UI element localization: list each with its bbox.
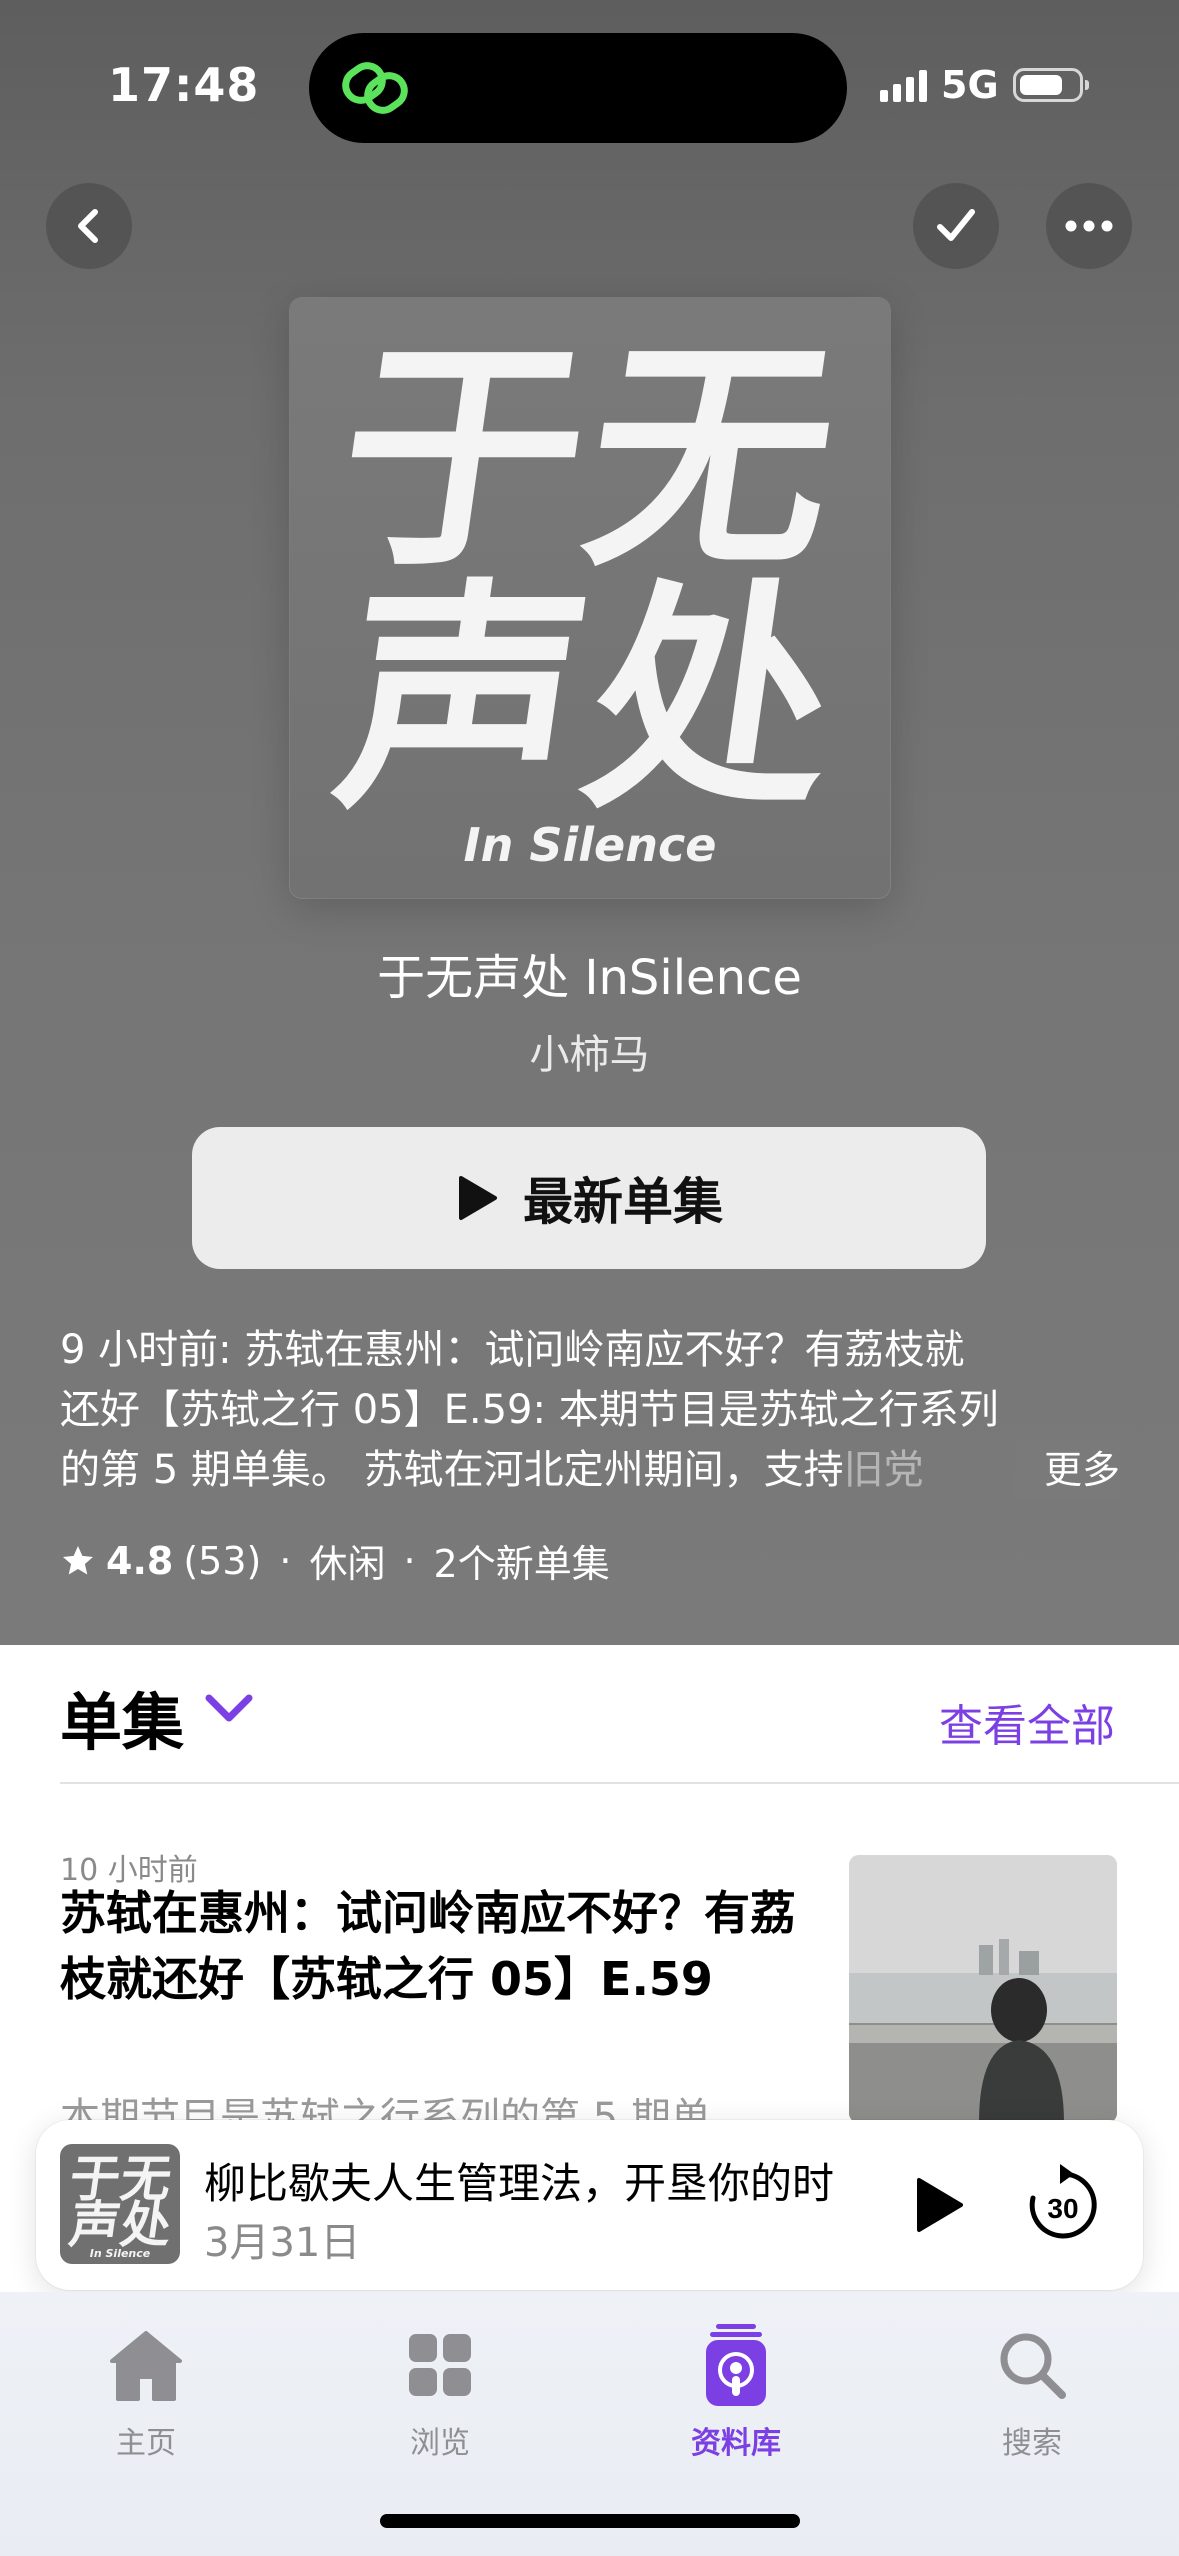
network-label: 5G [941, 63, 999, 107]
more-button[interactable] [1046, 183, 1132, 269]
skip-forward-label: 30 [1047, 2193, 1078, 2224]
back-button[interactable] [46, 183, 132, 269]
status-indicators: 5G [880, 60, 1089, 110]
tab-label: 资料库 [691, 2426, 781, 2461]
mini-play-button[interactable] [894, 2160, 984, 2250]
grid-icon [409, 2334, 471, 2396]
episode-photo [849, 1855, 1117, 2123]
podcast-title[interactable]: 于无声处 InSilence [0, 938, 1179, 1008]
tab-library[interactable]: 资料库 [636, 2322, 836, 2462]
play-icon [459, 1176, 497, 1220]
podcast-artwork: 于无 声处 In Silence [290, 298, 890, 898]
checkmark-icon [937, 209, 975, 241]
link-activity-icon [342, 62, 408, 114]
description-line: 还好【苏轼之行 05】E.59: 本期节目是苏轼之行系列 [60, 1387, 999, 1433]
mini-artwork-line2: 声处 [65, 2196, 177, 2254]
separator: · [403, 1538, 416, 1583]
chevron-left-icon [78, 209, 98, 243]
episodes-section-title[interactable]: 单集 [60, 1672, 184, 1762]
skip-forward-30-icon: 30 [1029, 2164, 1097, 2239]
description-line: 的第 5 期单集。 苏轼在河北定州期间，支持 [60, 1447, 844, 1493]
battery-icon [1012, 68, 1089, 102]
chevron-down-icon[interactable] [204, 1690, 254, 1726]
library-podcast-icon [706, 2324, 766, 2406]
rating-value: 4.8 [106, 1538, 174, 1583]
mini-player-artwork: 于无 声处 In Silence [60, 2144, 180, 2264]
mini-player[interactable]: 于无 声处 In Silence 柳比歇夫人生管理法，开垦你的时 3月31日 3… [36, 2120, 1143, 2290]
tab-search[interactable]: 搜索 [932, 2322, 1132, 2462]
description-line: 9 小时前: 苏轼在惠州：试问岭南应不好？有荔枝就 [60, 1327, 965, 1373]
magnifier-icon [1000, 2333, 1066, 2399]
podcast-description[interactable]: 9 小时前: 苏轼在惠州：试问岭南应不好？有荔枝就 还好【苏轼之行 05】E.5… [60, 1320, 1120, 1500]
signal-icon [880, 68, 927, 102]
star-icon [63, 1545, 93, 1574]
skip-forward-button[interactable]: 30 [1016, 2158, 1110, 2252]
artwork-line1: 于无 [322, 318, 858, 600]
play-icon [917, 2178, 963, 2232]
see-all-link[interactable]: 查看全部 [939, 1690, 1115, 1754]
new-episodes-label: 2个新单集 [433, 1542, 610, 1586]
rating-count: (53) [183, 1538, 262, 1583]
tab-home[interactable]: 主页 [46, 2322, 246, 2462]
dynamic-island [309, 33, 847, 143]
tab-label: 搜索 [1002, 2426, 1062, 2461]
podcast-author[interactable]: 小柿马 [0, 1022, 1179, 1080]
description-fade: 旧党 [843, 1447, 924, 1493]
ellipsis-icon [1065, 220, 1113, 232]
separator: · [279, 1538, 292, 1583]
episode-artwork[interactable] [849, 1855, 1117, 2123]
artwork-line2: 声处 [322, 560, 858, 842]
mini-player-title: 柳比歇夫人生管理法，开垦你的时 [204, 2159, 835, 2208]
status-time: 17:48 [108, 58, 260, 112]
house-icon [110, 2331, 182, 2401]
home-indicator[interactable] [380, 2514, 800, 2528]
mini-player-date: 3月31日 [204, 2220, 361, 2266]
mini-artwork-subtitle: In Silence [89, 2247, 151, 2260]
more-link[interactable]: 更多 [1003, 1440, 1120, 1500]
tab-label: 浏览 [410, 2426, 470, 2461]
play-latest-episode-button[interactable]: 最新单集 [192, 1127, 986, 1269]
tab-browse[interactable]: 浏览 [340, 2322, 540, 2462]
tab-label: 主页 [116, 2426, 176, 2461]
artwork-subtitle: In Silence [463, 818, 717, 872]
play-latest-label: 最新单集 [523, 1173, 723, 1231]
podcast-meta: 4.8 (53) · 休闲 · 2个新单集 [60, 1533, 610, 1588]
category-label[interactable]: 休闲 [309, 1533, 385, 1588]
subscribed-button[interactable] [913, 183, 999, 269]
episode-title[interactable]: 苏轼在惠州：试问岭南应不好？有荔枝就还好【苏轼之行 05】E.59 [60, 1880, 800, 2012]
divider [60, 1782, 1179, 1784]
